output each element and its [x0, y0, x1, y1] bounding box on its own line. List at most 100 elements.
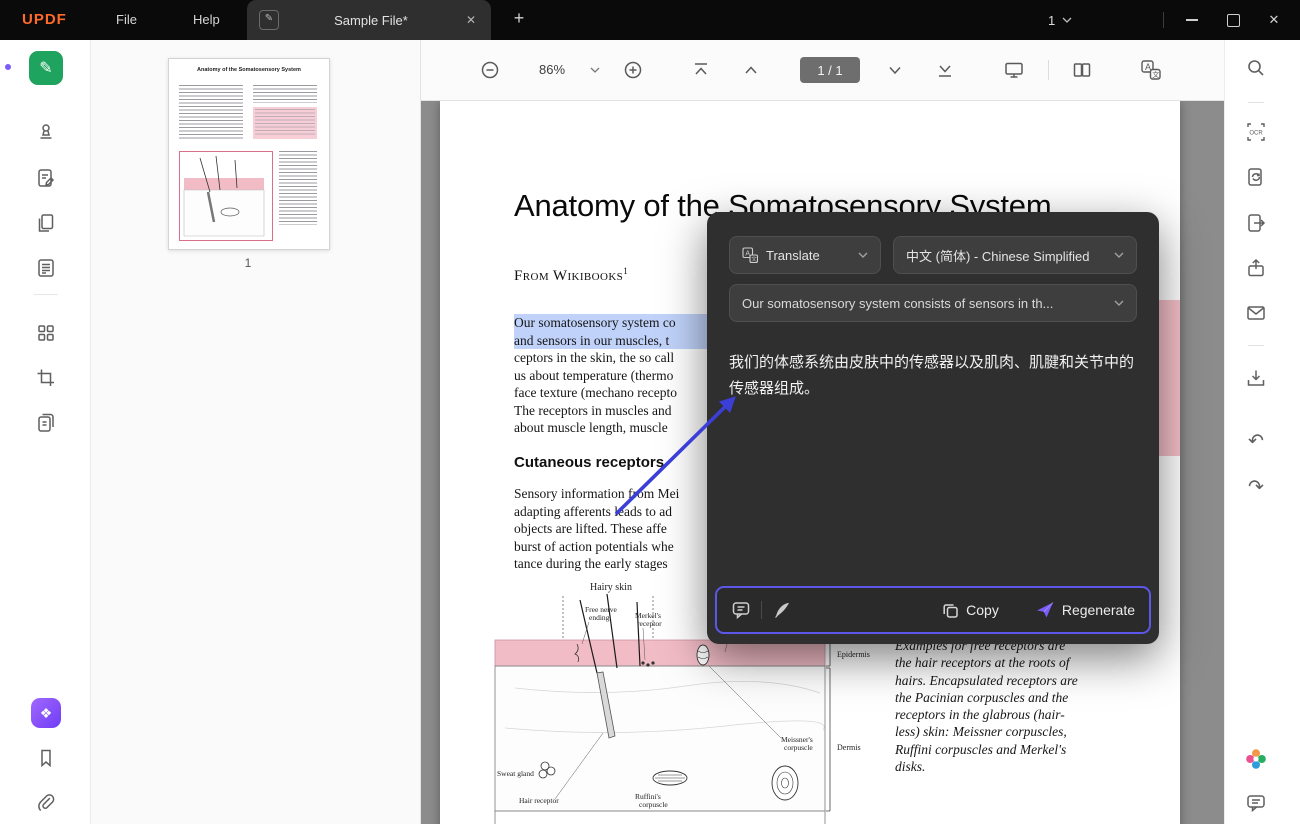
- bookmark-icon: [35, 747, 57, 769]
- chevron-down-icon: [1062, 17, 1072, 23]
- svg-text:文: 文: [1152, 70, 1159, 79]
- text-line: ceptors in the skin, the so call: [514, 350, 675, 365]
- text-line: The receptors in muscles and: [514, 402, 672, 418]
- feedback-chat-button[interactable]: [1244, 791, 1268, 815]
- menu-help[interactable]: Help: [183, 0, 230, 40]
- convert-file-button[interactable]: [1244, 165, 1268, 189]
- translate-mode-label: Translate: [766, 247, 820, 263]
- ai-assistant-button[interactable]: [1244, 747, 1268, 771]
- thumbnail-figure: [179, 151, 273, 241]
- figure-label-dermis: Dermis: [837, 743, 861, 752]
- search-button[interactable]: [1244, 56, 1268, 80]
- redo-icon: ↷: [1248, 476, 1264, 498]
- organize-pages-button[interactable]: [34, 211, 58, 235]
- pdf-source-text: From Wikibooks: [514, 268, 624, 284]
- titlebar-separator: [1163, 12, 1164, 28]
- source-text-dropdown[interactable]: Our somatosensory system consists of sen…: [729, 284, 1137, 322]
- window-count: 1: [1048, 12, 1056, 28]
- redo-button[interactable]: ↷: [1244, 475, 1268, 499]
- chevron-down-icon: [1114, 300, 1124, 306]
- new-tab-button[interactable]: +: [508, 8, 530, 29]
- minimize-icon: [1186, 19, 1198, 21]
- email-button[interactable]: [1244, 301, 1268, 325]
- regenerate-button[interactable]: Regenerate: [1035, 600, 1135, 620]
- text-line: receptors in the glabrous (hair-: [895, 707, 1065, 723]
- page-layout-button[interactable]: [1071, 59, 1093, 81]
- quill-icon: [772, 603, 789, 620]
- svg-text:文: 文: [751, 255, 757, 263]
- convert-file-icon: [1245, 166, 1267, 188]
- figure-label-sweat-gland: Sweat gland: [497, 769, 534, 778]
- undo-icon: ↶: [1248, 430, 1264, 452]
- reader-tool-button[interactable]: [34, 256, 58, 280]
- minimize-button[interactable]: [1174, 0, 1210, 40]
- figure-label-ruffini: corpuscle: [639, 800, 668, 809]
- text-line: the hair receptors at the roots of: [895, 655, 1070, 671]
- thumbnail-text-block: [279, 151, 317, 225]
- quill-action-button[interactable]: [772, 600, 792, 620]
- bookmark-button[interactable]: [34, 746, 58, 770]
- thumbnail-text-block: [253, 85, 317, 103]
- form-tool-button[interactable]: [34, 321, 58, 345]
- translate-mode-dropdown[interactable]: A文 Translate: [729, 236, 881, 274]
- chevron-down-icon: [885, 60, 905, 80]
- text-line: Sensory information from Mei: [514, 486, 680, 501]
- ocr-icon: OCR: [1245, 121, 1267, 143]
- attachment-button[interactable]: [34, 791, 58, 815]
- pink-highlight-annotation[interactable]: [1158, 300, 1180, 456]
- text-line: about muscle length, muscle: [514, 420, 668, 435]
- rail-divider: [1248, 345, 1264, 346]
- text-line: less) skin: Meissner corpuscles,: [895, 724, 1067, 740]
- translate-doc-icon: A文: [1140, 59, 1162, 81]
- text-line: Our somatosensory system co: [514, 314, 710, 332]
- tab-title: Sample File*: [334, 12, 408, 28]
- copy-button[interactable]: Copy: [942, 602, 999, 619]
- document-tab[interactable]: ✎ Sample File* ✕: [247, 0, 491, 40]
- toolbar-separator: [1048, 60, 1049, 80]
- batch-tool-button[interactable]: [34, 411, 58, 435]
- zoom-dropdown-chevron[interactable]: [590, 67, 600, 73]
- edit-tool-button[interactable]: [34, 166, 58, 190]
- ai-assistant-tool-button[interactable]: ❖: [31, 698, 61, 728]
- page-thumbnail[interactable]: Anatomy of the Somatosensory System: [168, 58, 330, 250]
- comment-tool-button[interactable]: ✎: [29, 51, 63, 85]
- rail-divider: [1248, 102, 1264, 103]
- window-switcher[interactable]: 1: [1048, 0, 1072, 40]
- maximize-button[interactable]: [1215, 0, 1251, 40]
- ai-flower-icon: [1246, 749, 1266, 769]
- text-line: objects are lifted. These affe: [514, 521, 667, 536]
- translate-document-button[interactable]: A文: [1140, 59, 1162, 81]
- close-button[interactable]: ✕: [1256, 0, 1292, 40]
- stamp-tool-button[interactable]: [34, 120, 58, 144]
- previous-page-button[interactable]: [740, 59, 762, 81]
- edit-pdf-icon: [35, 167, 57, 189]
- page-indicator[interactable]: 1 / 1: [800, 57, 860, 83]
- left-tool-rail: ✎ ❖: [0, 40, 91, 824]
- share-icon: [1245, 257, 1267, 279]
- menu-file[interactable]: File: [106, 0, 147, 40]
- crop-pages-button[interactable]: [34, 366, 58, 390]
- chevron-down-icon: [1114, 252, 1124, 258]
- undo-button[interactable]: ↶: [1244, 429, 1268, 453]
- presentation-mode-button[interactable]: [1003, 59, 1025, 81]
- target-language-dropdown[interactable]: 中文 (简体) - Chinese Simplified: [893, 236, 1137, 274]
- tab-close-icon[interactable]: ✕: [463, 11, 479, 29]
- translate-mode-icon: A文: [742, 247, 758, 263]
- jump-first-page-button[interactable]: [690, 59, 712, 81]
- figure-label-hair-receptor: Hair receptor: [519, 796, 559, 805]
- stamp-icon: [35, 121, 57, 143]
- export-file-button[interactable]: [1244, 211, 1268, 235]
- zoom-out-button[interactable]: [479, 59, 501, 81]
- ocr-button[interactable]: OCR: [1244, 120, 1268, 144]
- share-button[interactable]: [1244, 256, 1268, 280]
- jump-last-page-button[interactable]: [934, 59, 956, 81]
- next-page-button[interactable]: [884, 59, 906, 81]
- comment-action-button[interactable]: [731, 600, 751, 620]
- save-button[interactable]: [1244, 366, 1268, 390]
- action-separator: [761, 601, 762, 619]
- zoom-in-button[interactable]: [622, 59, 644, 81]
- zoom-level-value[interactable]: 86%: [532, 62, 572, 77]
- export-file-icon: [1245, 212, 1267, 234]
- popup-controls-row: A文 Translate 中文 (简体) - Chinese Simplifie…: [729, 236, 1137, 274]
- section-heading: Cutaneous receptors: [514, 454, 665, 471]
